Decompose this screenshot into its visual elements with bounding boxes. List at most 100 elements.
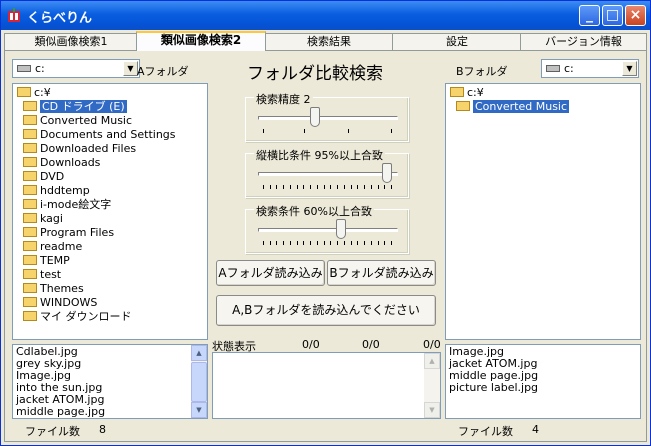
slider-tick [263, 241, 264, 245]
scroll-up-icon[interactable]: ▲ [424, 353, 440, 369]
right-folder-tree[interactable]: c:¥ Converted Music [445, 83, 641, 340]
folder-icon [23, 185, 37, 195]
folder-tree-item[interactable]: test [17, 268, 207, 282]
folder-tree-item[interactable]: TEMP [17, 254, 207, 268]
folder-tree-item[interactable]: CD ドライブ (E) [17, 100, 207, 114]
slider-tick [357, 185, 359, 189]
folder-tree-item[interactable]: Documents and Settings [17, 128, 207, 142]
slider-tick [296, 241, 298, 245]
aspect-slider-thumb[interactable] [381, 163, 392, 183]
file-list-item[interactable]: middle page.jpg [16, 406, 207, 418]
scroll-down-icon[interactable]: ▼ [191, 402, 207, 418]
slider-tick [370, 241, 372, 245]
tab-similar-search-2[interactable]: 類似画像検索2 [136, 31, 266, 51]
folder-tree-item-label: CD ドライブ (E) [40, 100, 127, 113]
slider-tick [296, 185, 298, 189]
open-folder-icon [17, 87, 31, 97]
slider-tick [316, 185, 318, 189]
folder-icon [23, 269, 37, 279]
slider-tick [391, 129, 392, 133]
aspect-label: 縦横比条件 95%以上合致 [254, 147, 385, 163]
right-file-count-label: ファイル数 [458, 425, 513, 438]
condition-slider-thumb[interactable] [336, 219, 346, 239]
slider-tick [283, 241, 285, 245]
folder-tree-item[interactable]: Downloaded Files [17, 142, 207, 156]
folder-tree-item[interactable]: WINDOWS [17, 296, 207, 310]
tab-settings[interactable]: 設定 [392, 33, 522, 50]
load-both-folders-button[interactable]: A,Bフォルダを読み込んでください [216, 295, 436, 326]
folder-icon [23, 157, 37, 167]
minimize-button[interactable]: _ [579, 5, 600, 26]
tab-similar-search-1[interactable]: 類似画像検索1 [4, 33, 138, 50]
folder-tree-item-label: readme [40, 240, 83, 253]
folder-icon [23, 143, 37, 153]
slider-tick [330, 185, 332, 189]
folder-tree-item-label: Program Files [40, 226, 115, 239]
folder-icon [23, 213, 37, 223]
load-a-folder-button[interactable]: Aフォルダ読み込み [216, 260, 325, 286]
slider-tick [377, 241, 379, 245]
folder-tree-item[interactable]: i-mode絵文字 [17, 198, 207, 212]
folder-tree-item[interactable]: Themes [17, 282, 207, 296]
folder-tree-item[interactable]: Program Files [17, 226, 207, 240]
status-scrollbar[interactable]: ▲ ▼ [424, 353, 440, 418]
right-file-list[interactable]: Image.jpg jacket ATOM.jpg middle page.jpg p… [445, 344, 641, 419]
folder-tree-item-label: i-mode絵文字 [40, 198, 112, 211]
slider-tick [276, 241, 278, 245]
folder-tree-item[interactable]: DVD [17, 170, 207, 184]
tab-version-info[interactable]: バージョン情報 [520, 33, 647, 50]
chevron-down-icon[interactable]: ▼ [123, 61, 138, 76]
folder-tree-item-label: TEMP [40, 254, 70, 267]
right-drive-select[interactable]: c: ▼ [541, 59, 639, 78]
folder-tree-item[interactable]: Converted Music [17, 114, 207, 128]
app-icon [8, 8, 20, 22]
slider-tick [364, 241, 366, 245]
slider-tick [316, 241, 318, 245]
load-b-folder-button[interactable]: Bフォルダ読み込み [327, 260, 436, 286]
open-folder-icon [450, 87, 464, 97]
folder-tree-item[interactable]: readme [17, 240, 207, 254]
left-file-list[interactable]: Cdlabel.jpg grey sky.jpg Image.jpg into the… [12, 344, 208, 419]
folder-tree-item[interactable]: kagi [17, 212, 207, 226]
folder-tree-item-label: DVD [40, 170, 65, 183]
b-folder-label: Bフォルダ [456, 65, 508, 78]
file-list-item[interactable]: picture label.jpg [449, 382, 640, 394]
folder-tree-item-label: c:¥ [467, 86, 484, 99]
folder-tree-item[interactable]: hddtemp [17, 184, 207, 198]
folder-icon [23, 199, 37, 209]
slider-tick [348, 129, 349, 133]
slider-tick [330, 241, 332, 245]
accuracy-slider-thumb[interactable] [310, 107, 320, 127]
title-bar[interactable]: くらべりん _ □ × [1, 1, 650, 30]
folder-tree-item[interactable]: c:¥ [17, 86, 207, 100]
left-file-scrollbar[interactable]: ▲ ▼ [191, 345, 207, 418]
folder-icon [23, 255, 37, 265]
status-text-area[interactable]: ▲ ▼ [212, 352, 441, 419]
folder-tree-item-label: Downloads [40, 156, 101, 169]
folder-tree-item[interactable]: マイ ダウンロード [17, 310, 207, 324]
chevron-down-icon[interactable]: ▼ [622, 61, 637, 76]
folder-icon [23, 227, 37, 237]
folder-icon [23, 171, 37, 181]
scroll-thumb[interactable] [191, 362, 207, 402]
scroll-up-icon[interactable]: ▲ [191, 345, 207, 361]
close-button[interactable]: × [625, 5, 646, 26]
maximize-button[interactable]: □ [602, 5, 623, 26]
slider-tick [269, 185, 271, 189]
tab-search-results[interactable]: 検索結果 [264, 33, 394, 50]
slider-tick [263, 129, 264, 133]
folder-tree-item[interactable]: Downloads [17, 156, 207, 170]
slider-tick [391, 185, 392, 189]
folder-tree-item-label: test [40, 268, 62, 281]
accuracy-track [258, 116, 398, 120]
folder-tree-item[interactable]: c:¥ [450, 86, 640, 100]
a-folder-label: Aフォルダ [137, 65, 189, 78]
left-drive-select[interactable]: c: ▼ [12, 59, 140, 78]
folder-tree-item[interactable]: Converted Music [450, 100, 640, 114]
slider-tick [289, 241, 291, 245]
folder-icon [23, 311, 37, 321]
scroll-down-icon[interactable]: ▼ [424, 402, 440, 418]
left-folder-tree[interactable]: c:¥ CD ドライブ (E) Converted Music Documents a… [12, 83, 208, 340]
slider-tick [370, 185, 372, 189]
slider-tick [343, 241, 345, 245]
